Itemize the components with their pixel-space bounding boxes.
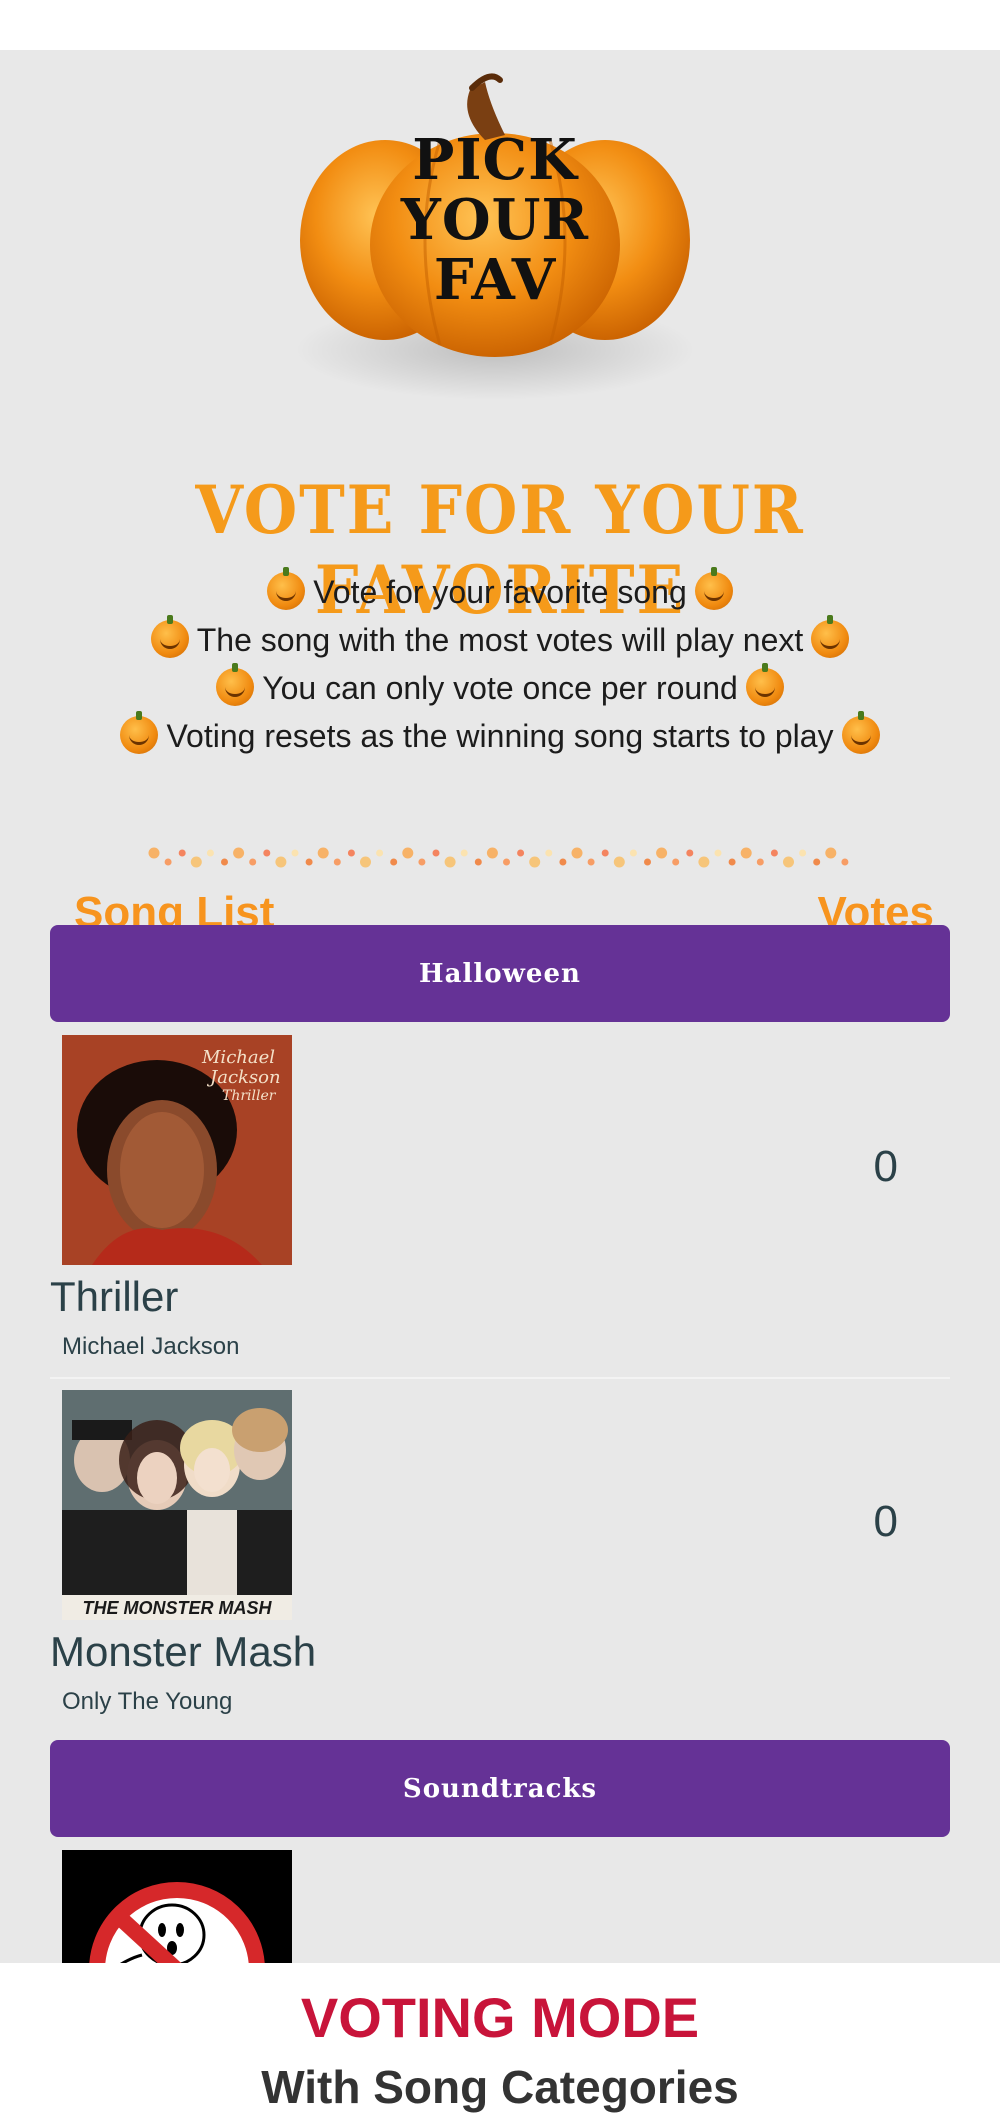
decorative-dot <box>148 847 160 859</box>
logo-text: PICK YOUR FAV <box>290 130 700 310</box>
decorative-dot <box>571 847 583 859</box>
decorative-dot <box>799 849 807 857</box>
vote-count: 0 <box>873 1142 898 1191</box>
decorative-dot <box>529 856 541 868</box>
decorative-dot <box>644 858 651 866</box>
song-row-partial[interactable] <box>50 1850 950 1963</box>
logo-line-3: FAV <box>433 247 557 313</box>
decorative-dot <box>841 858 849 866</box>
rule-line: The song with the most votes will play n… <box>0 615 1000 664</box>
decorative-dot <box>221 858 228 866</box>
decorative-dot <box>740 847 752 859</box>
decorative-dot <box>164 858 172 866</box>
decorative-dot <box>376 849 384 857</box>
decorative-dot <box>347 849 355 857</box>
decorative-dot <box>390 858 398 866</box>
caption-banner: VOTING MODE With Song Categories <box>0 1963 1000 2125</box>
decorative-dot <box>317 847 329 859</box>
decorative-dot <box>333 858 341 866</box>
decorative-dot <box>503 858 510 866</box>
pumpkin-emoji-icon <box>841 711 880 754</box>
category-soundtracks[interactable]: Soundtracks <box>50 1740 950 1837</box>
caption-subtitle: With Song Categories <box>261 2061 739 2113</box>
decorative-dot <box>517 849 525 857</box>
svg-text:Jackson: Jackson <box>206 1067 281 1088</box>
decorative-dot <box>249 858 257 866</box>
decorative-dot <box>291 849 299 857</box>
pumpkin-emoji-icon <box>216 663 255 706</box>
song-row-monster-mash[interactable]: THE MONSTER MASH Monster Mash Only The Y… <box>50 1390 950 1715</box>
album-art-ghostbusters <box>62 1850 292 1963</box>
pumpkin-emoji-icon <box>267 567 306 610</box>
decorative-dot <box>275 856 287 868</box>
decorative-dot <box>559 858 567 866</box>
decorative-dot <box>770 849 778 857</box>
song-artist: Michael Jackson <box>62 1333 240 1360</box>
decorative-dot <box>629 849 637 857</box>
decorative-dot <box>587 858 595 866</box>
row-divider <box>50 1377 950 1379</box>
song-row-thriller[interactable]: Michael Jackson Thriller Thriller Michae… <box>50 1035 950 1360</box>
svg-text:Michael: Michael <box>201 1047 275 1068</box>
decorative-dot <box>783 856 794 868</box>
album-art-thriller: Michael Jackson Thriller <box>62 1035 292 1265</box>
decorative-dot <box>460 849 468 857</box>
rule-line: Voting resets as the winning song starts… <box>0 711 1000 760</box>
decorative-dot <box>486 847 498 859</box>
decorative-dot <box>698 856 710 868</box>
decorative-dot <box>402 847 414 859</box>
decorative-dot <box>825 847 837 859</box>
decorative-dot <box>305 858 313 866</box>
pumpkin-emoji-icon <box>150 615 189 658</box>
decorative-dot <box>444 856 456 868</box>
logo-line-1: PICK <box>412 127 578 193</box>
decorative-dot <box>613 856 625 868</box>
decorative-dot <box>686 849 694 857</box>
pumpkin-emoji-icon <box>811 615 850 658</box>
decorative-dot <box>206 849 214 857</box>
decorative-dot <box>263 849 271 857</box>
decorative-dot <box>178 849 186 857</box>
decorative-dot <box>432 849 440 857</box>
decorative-dot <box>813 858 821 866</box>
category-halloween[interactable]: Halloween <box>50 925 950 1022</box>
decorative-dot <box>418 858 426 866</box>
decorative-dot <box>545 849 553 857</box>
logo-line-2: YOUR <box>400 187 590 253</box>
voting-rules: Vote for your favorite song The song wit… <box>0 567 1000 760</box>
app-screen: PICK YOUR FAV VOTE FOR YOUR FAVORITE Vot… <box>0 50 1000 1963</box>
song-title: Thriller <box>50 1273 179 1320</box>
decorative-dot <box>360 856 371 868</box>
rule-line: You can only vote once per round <box>0 663 1000 712</box>
decorative-dot <box>756 858 764 866</box>
decorative-dot <box>474 858 482 866</box>
song-title: Monster Mash <box>50 1628 317 1675</box>
decorative-dot <box>601 849 609 857</box>
vote-count: 0 <box>873 1497 898 1546</box>
rule-line: Vote for your favorite song <box>0 567 1000 616</box>
decorative-dot <box>190 856 202 868</box>
decorative-dot <box>656 847 668 859</box>
pumpkin-emoji-icon <box>694 567 733 610</box>
pumpkin-emoji-icon <box>745 663 784 706</box>
caption-title: VOTING MODE <box>300 1986 700 2049</box>
decorative-dot <box>672 858 680 866</box>
decorative-dot <box>233 847 245 859</box>
decorative-dot <box>714 849 722 857</box>
pumpkin-emoji-icon <box>120 711 159 754</box>
decorative-dot <box>728 858 736 866</box>
album-art-monster-mash: THE MONSTER MASH <box>62 1390 292 1620</box>
pick-your-fav-logo: PICK YOUR FAV <box>290 60 700 460</box>
decorative-dot-divider <box>148 847 849 868</box>
svg-text:Thriller: Thriller <box>222 1088 277 1104</box>
svg-text:THE MONSTER MASH: THE MONSTER MASH <box>83 1598 273 1618</box>
song-artist: Only The Young <box>62 1688 233 1715</box>
